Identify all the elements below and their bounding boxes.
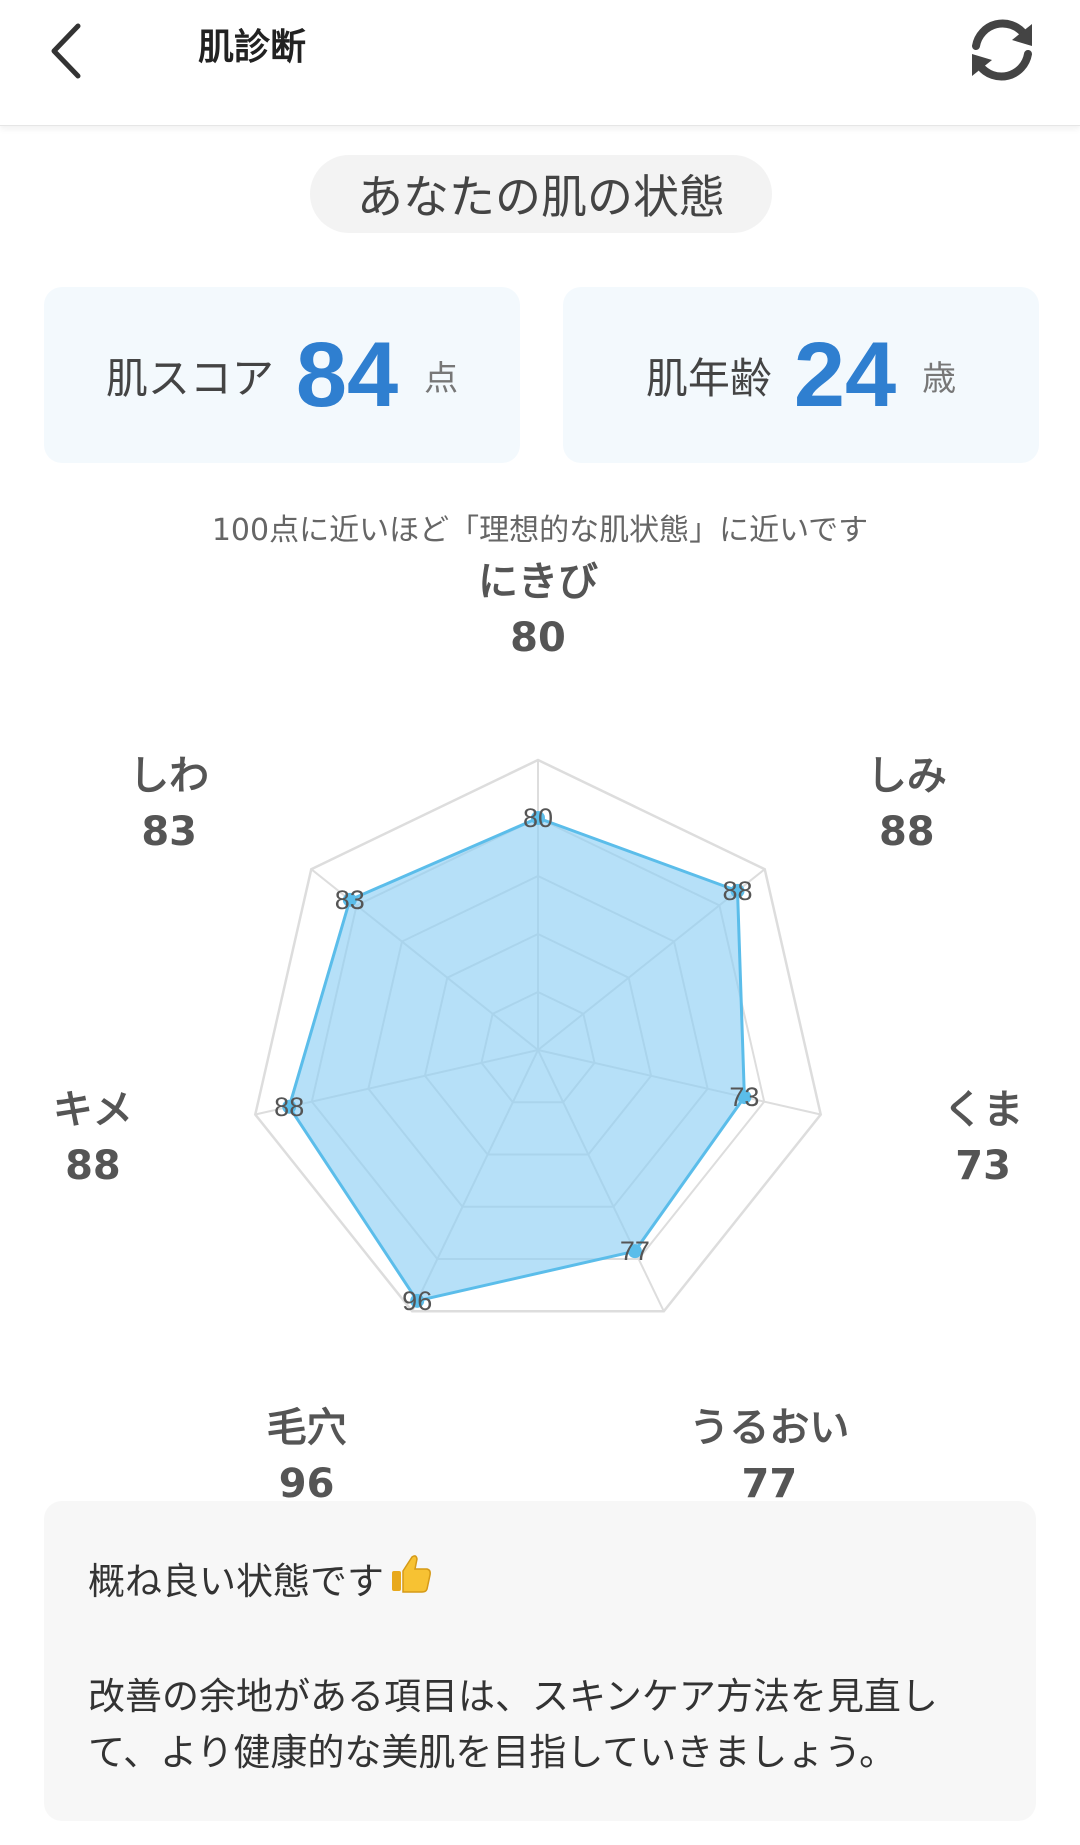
skin-age-label: 肌年齢 [645,353,772,403]
radar-axis-name: にきび [478,559,598,605]
radar-chart-svg: 80 88 73 77 96 88 83 [253,758,823,1316]
radar-axis-label: くま 73 [873,1082,1080,1194]
score-note: 100点に近いほど「理想的な肌状態」に近いです [211,513,869,548]
thumbs-up-icon [388,1551,434,1613]
skin-age-value: 24 [793,324,897,426]
skin-score-value: 84 [295,324,399,426]
radar-axis-label: 毛穴 96 [197,1400,417,1512]
radar-point-value: 83 [335,885,365,915]
radar-axis-name: 毛穴 [266,1404,347,1451]
summary-body: 改善の余地がある項目は、スキンケア方法を見直して、より健康的な美肌を目指していき… [88,1675,938,1774]
radar-point-value: 73 [729,1082,759,1112]
skin-score-unit: 点 [424,358,459,399]
radar-axis-label: にきび 80 [428,554,648,666]
radar-point-value: 80 [523,803,553,833]
skin-age-unit: 歳 [922,358,957,399]
radar-axis-value: 88 [878,808,935,855]
radar-point-value: 96 [402,1286,432,1316]
skin-score-label: 肌スコア [105,353,274,403]
radar-axis-value: 73 [955,1142,1011,1189]
back-button[interactable] [40,16,100,86]
radar-point-value: 88 [722,876,752,906]
radar-point-value: 88 [274,1092,304,1122]
page-title: 肌診断 [198,27,307,68]
radar-axis-label: しわ 83 [59,748,279,860]
radar-point-value: 77 [620,1236,650,1266]
radar-axis-value: 80 [510,615,566,661]
refresh-icon [972,19,1032,81]
radar-axis-label: キメ 88 [0,1082,203,1194]
radar-axis-name: しわ [129,752,210,799]
radar-axis-name: キメ [52,1086,133,1133]
summary-headline: 概ね良い状態です [88,1560,384,1603]
radar-axis-name: しみ [866,752,947,799]
radar-axis-value: 88 [65,1142,121,1189]
radar-axis-name: くま [943,1086,1024,1133]
radar-chart: 80 88 73 77 96 88 83 にきび 80 しみ 88 くま 73 うるおい 77 毛穴 96 キメ… [0,559,1080,1507]
radar-axis-label: うるおい 77 [659,1400,879,1512]
skin-age-card: 肌年齢 24 歳 [563,287,1039,463]
section-title: あなたの肌の状態 [310,155,772,233]
radar-axis-label: しみ 88 [797,748,1017,860]
refresh-button[interactable] [962,10,1042,90]
summary-box: 概ね良い状態です 改善の余地がある項目は、スキンケア方法を見直して、より健康的な… [44,1501,1036,1821]
app-header: 肌診断 [0,0,1080,126]
chevron-left-icon [51,23,81,79]
skin-score-card: 肌スコア 84 点 [44,287,520,463]
radar-axis-value: 83 [141,808,197,855]
radar-axis-name: うるおい [689,1404,850,1451]
